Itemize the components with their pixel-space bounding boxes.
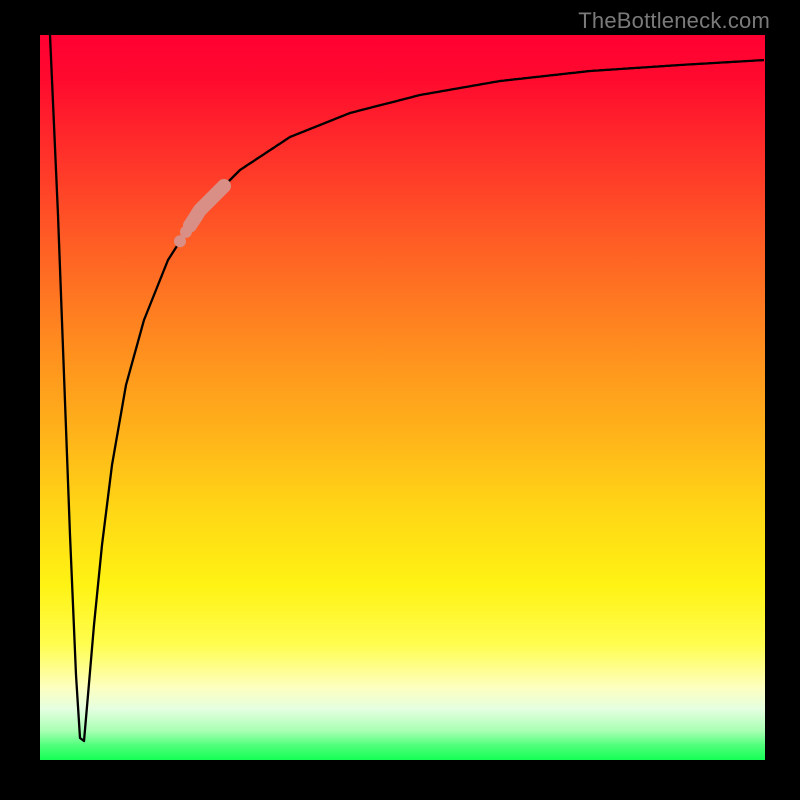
curve-layer [40,35,765,760]
highlight-dot-2 [180,226,192,238]
watermark-text: TheBottleneck.com [578,8,770,34]
bottleneck-curve [50,35,764,741]
plot-area [40,35,765,760]
highlight-segment [190,186,224,226]
chart-frame: TheBottleneck.com [0,0,800,800]
